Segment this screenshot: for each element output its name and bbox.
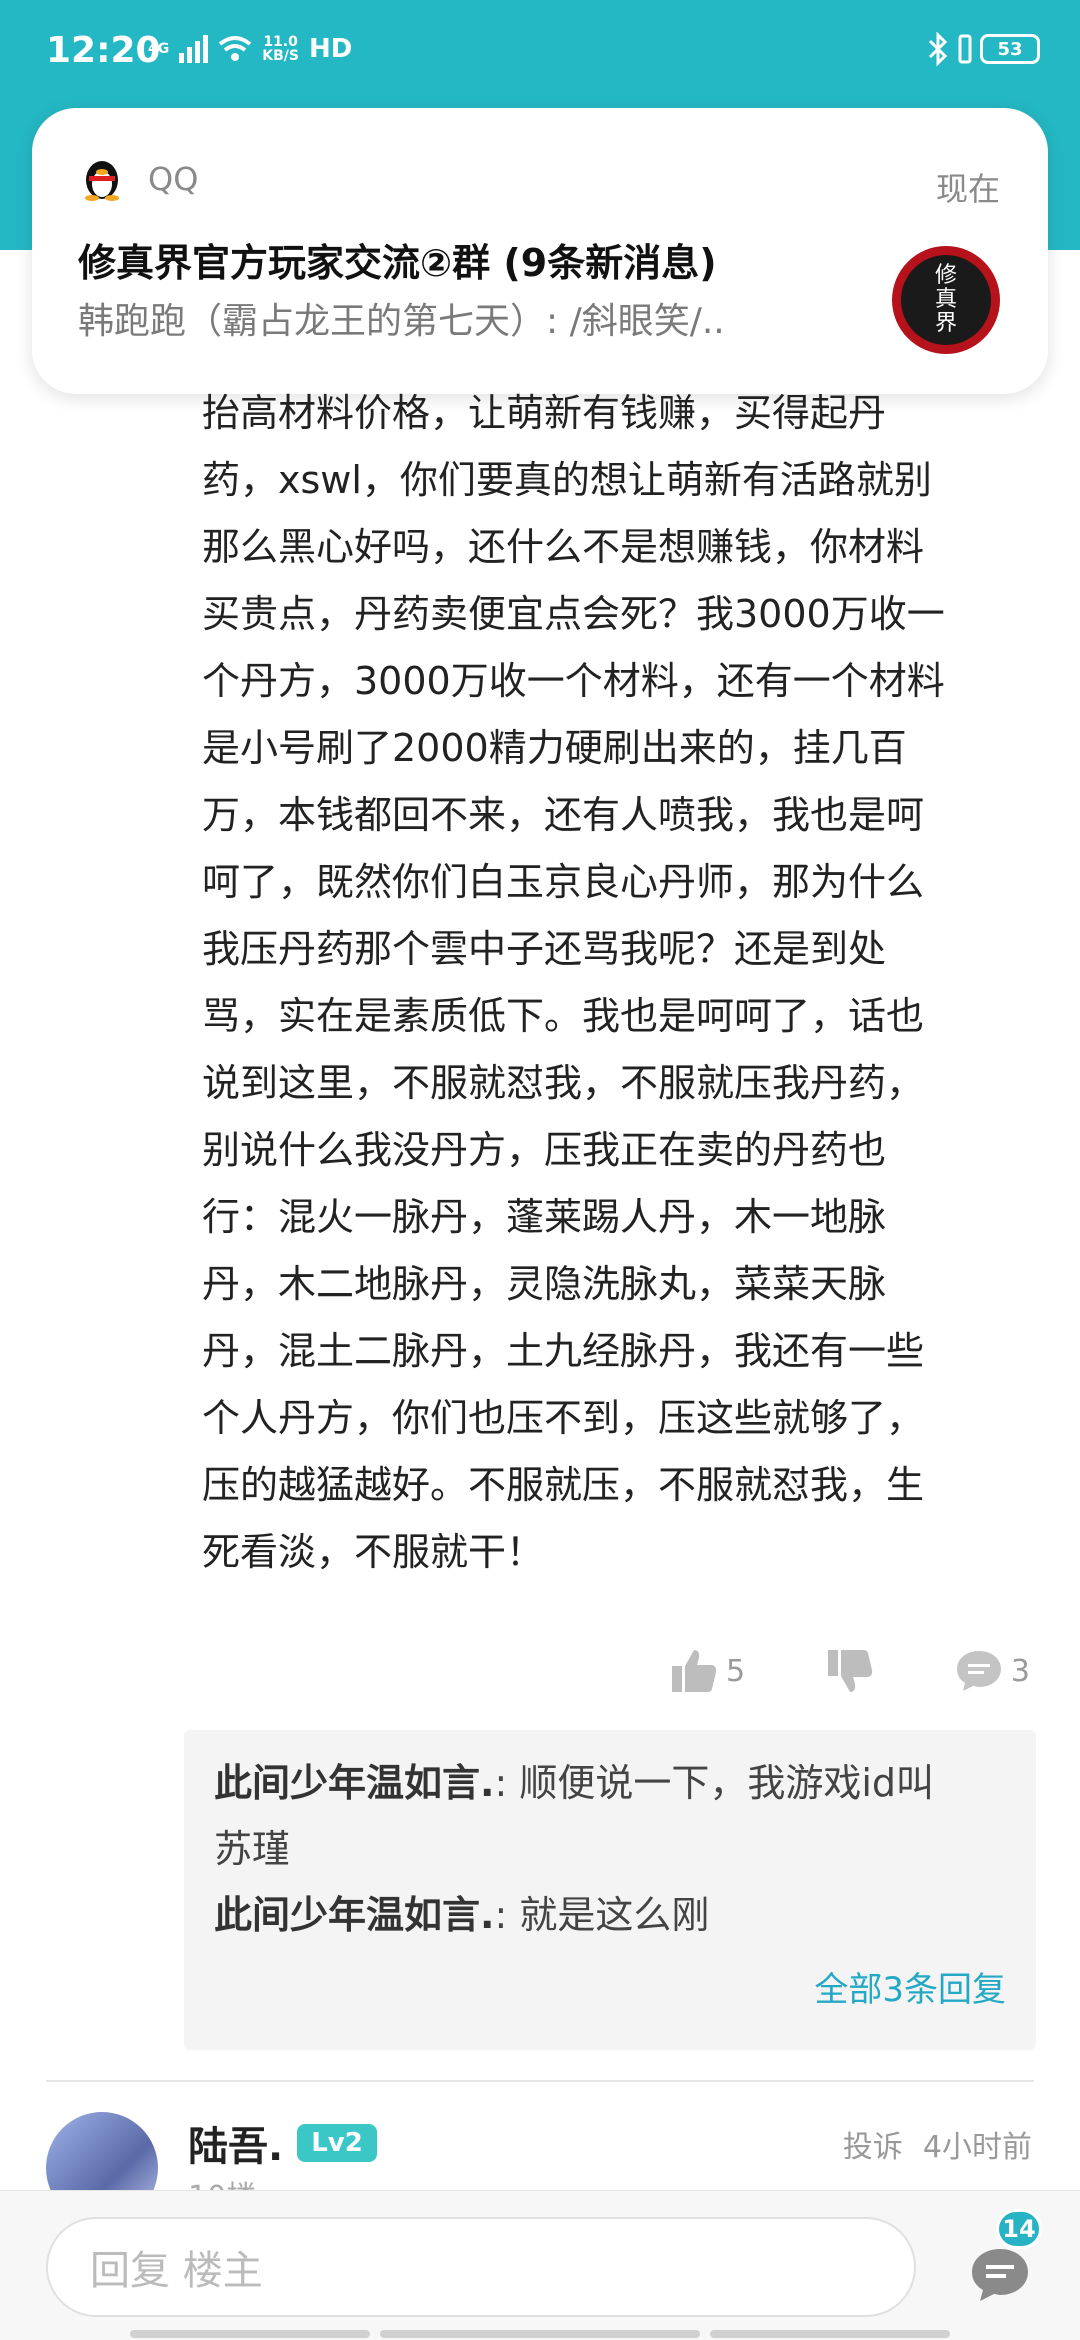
- post-line: 丹，混土二脉丹，土九经脉丹，我还有一些: [202, 1329, 925, 1373]
- reply-text: 苏瑾: [214, 1827, 291, 1871]
- post-line: 死看淡，不服就干！: [202, 1530, 545, 1574]
- level-badge: Lv2: [297, 2124, 377, 2162]
- comment-button[interactable]: 3: [955, 1649, 1030, 1693]
- reply-item[interactable]: 此间少年温如言.: 顺便说一下，我游戏id叫 苏瑾: [214, 1750, 1014, 1882]
- post-line: 那么黑心好吗，还什么不是想赚钱，你材料: [202, 525, 925, 569]
- notification-time: 现在: [935, 170, 1000, 208]
- wifi-icon: [218, 36, 252, 61]
- reply-user[interactable]: 此间少年温如言.: [214, 1893, 494, 1937]
- qq-notification[interactable]: QQ 现在 修真界官方玩家交流②群 (9条新消息) 韩跑跑（霸占龙王的第七天）:…: [32, 108, 1048, 394]
- post-line: 抬高材料价格，让萌新有钱赚，买得起丹: [202, 391, 887, 435]
- battery-icon: 53: [980, 34, 1040, 64]
- all-replies-link[interactable]: 全部3条回复: [814, 1962, 1006, 2011]
- unread-badge: 14: [996, 2209, 1042, 2249]
- reply-separator: :: [494, 1761, 520, 1805]
- comment-time: 4小时前: [922, 2130, 1032, 2165]
- status-bar: 12:20 4G 11.0 KB/S HD 53: [0, 0, 1080, 106]
- qq-penguin-icon: [85, 161, 119, 201]
- vibrate-icon: [958, 34, 972, 64]
- network-type: 4G: [148, 41, 170, 57]
- nav-indicator: [380, 2330, 700, 2338]
- comment-bubble-icon: [956, 1651, 1001, 1691]
- post-line: 买贵点，丹药卖便宜点会死？我3000万收一: [202, 592, 945, 636]
- reply-input[interactable]: 回复 楼主: [46, 2217, 916, 2317]
- notification-app: QQ: [82, 156, 198, 202]
- report-link[interactable]: 投诉: [843, 2122, 903, 2166]
- post-line: 呵了，既然你们白玉京良心丹师，那为什么: [202, 860, 925, 904]
- post-line: 别说什么我没丹方，压我正在卖的丹药也: [202, 1128, 887, 1172]
- like-button[interactable]: 5: [670, 1648, 745, 1694]
- nav-indicator: [130, 2330, 370, 2338]
- signal-icon: [179, 35, 209, 63]
- post-body: 抬高材料价格，让萌新有钱赚，买得起丹 药，xswl，你们要真的想让萌新有活路就别…: [202, 380, 1022, 1586]
- comment-user: 陆吾. Lv2: [188, 2114, 377, 2172]
- divider: [46, 2080, 1034, 2082]
- nav-indicator: [710, 2330, 950, 2338]
- notification-title: 修真界官方玩家交流②群 (9条新消息): [78, 241, 717, 285]
- notification-message: 韩跑跑（霸占龙王的第七天）: /斜眼笑/..: [78, 301, 725, 342]
- post-line: 说到这里，不服就怼我，不服就压我丹药，: [202, 1061, 925, 1105]
- comment-count: 3: [1010, 1653, 1030, 1689]
- status-icons: 4G 11.0 KB/S HD: [148, 34, 352, 64]
- post-line: 行：混火一脉丹，蓬莱踢人丹，木一地脉: [202, 1195, 887, 1239]
- post-line: 我压丹药那个雲中子还骂我呢？还是到处: [202, 927, 887, 971]
- like-count: 5: [726, 1653, 746, 1689]
- group-avatar: 修 真 界: [892, 246, 1000, 354]
- reply-user[interactable]: 此间少年温如言.: [214, 1761, 494, 1805]
- reply-separator: :: [494, 1893, 520, 1937]
- comment-username[interactable]: 陆吾.: [188, 2114, 283, 2172]
- post-line: 丹，木二地脉丹，灵隐洗脉丸，菜菜天脉: [202, 1262, 887, 1306]
- post-line: 压的越猛越好。不服就压，不服就怼我，生: [202, 1463, 925, 1507]
- notification-app-name: QQ: [148, 160, 199, 198]
- comments-icon[interactable]: [968, 2243, 1032, 2307]
- avatar-char: 修: [934, 263, 957, 288]
- post-line: 是小号刷了2000精力硬刷出来的，挂几百: [202, 726, 907, 770]
- post-line: 骂，实在是素质低下。我也是呵呵了，话也: [202, 994, 925, 1038]
- reply-item[interactable]: 此间少年温如言.: 就是这么刚: [214, 1882, 1014, 1948]
- reply-text: 就是这么刚: [519, 1893, 710, 1937]
- post-actions: 5 3: [670, 1636, 1030, 1706]
- net-speed: 11.0 KB/S: [262, 35, 299, 63]
- comment-meta: 投诉 4小时前: [843, 2122, 1032, 2166]
- bluetooth-icon: [928, 32, 948, 66]
- thumbs-down-icon: [828, 1650, 873, 1692]
- thumbs-up-icon: [672, 1650, 717, 1692]
- post-line: 万，本钱都回不来，还有人喷我，我也是呵: [202, 793, 925, 837]
- status-right: 53: [926, 32, 1040, 66]
- net-speed-unit: KB/S: [262, 48, 299, 64]
- post-line: 药，xswl，你们要真的想让萌新有活路就别: [202, 458, 932, 502]
- hd-label: HD: [308, 34, 353, 64]
- reply-bar: 回复 楼主 14: [0, 2190, 1080, 2340]
- post-line: 个丹方，3000万收一个材料，还有一个材料: [202, 659, 945, 703]
- post-line: 个人丹方，你们也压不到，压这些就够了，: [202, 1396, 925, 1440]
- status-time: 12:20: [46, 30, 161, 71]
- avatar-char: 界: [934, 311, 957, 336]
- replies-box: 此间少年温如言.: 顺便说一下，我游戏id叫 苏瑾 此间少年温如言.: 就是这么…: [184, 1730, 1036, 2050]
- dislike-button[interactable]: [826, 1648, 874, 1694]
- reply-text: 顺便说一下，我游戏id叫: [519, 1761, 935, 1805]
- avatar-char: 真: [934, 287, 957, 312]
